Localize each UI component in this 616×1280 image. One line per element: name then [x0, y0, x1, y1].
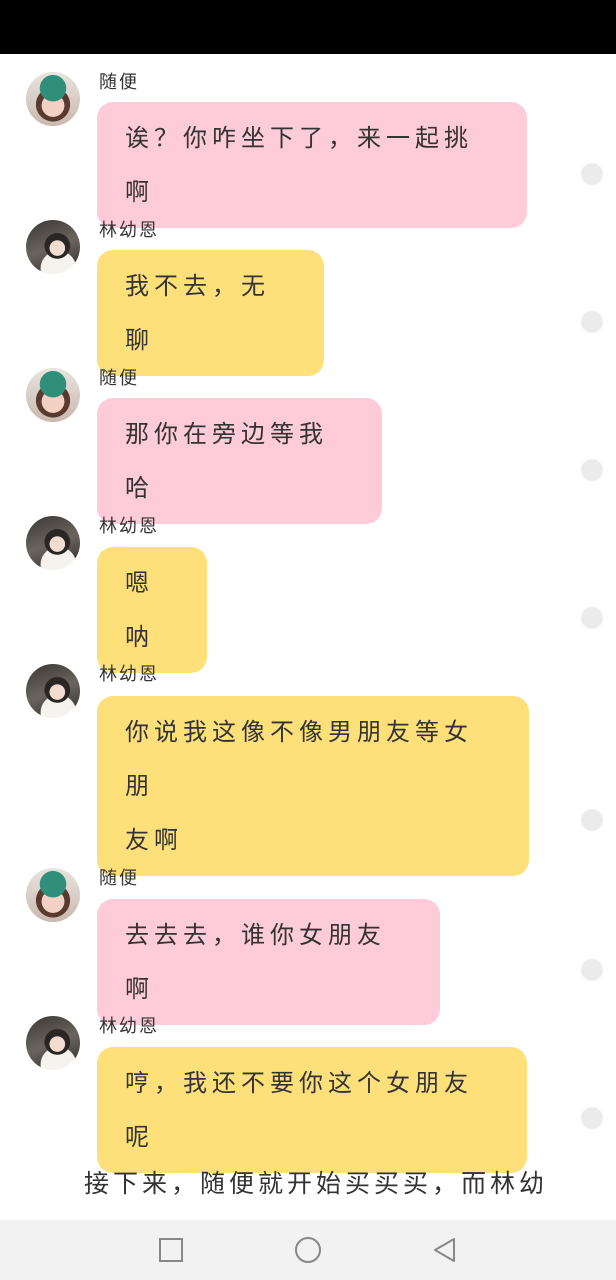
- chat-story-content[interactable]: 随便 诶？你咋坐下了，来一起挑啊 林幼恩 我不去，无聊 随便 那你在旁边等我哈 …: [0, 54, 616, 1220]
- sender-name: 林幼恩: [99, 1016, 159, 1037]
- message-text-line: 友啊: [125, 826, 183, 854]
- message-bubble[interactable]: 你说我这像不像男朋友等女朋 友啊: [97, 696, 529, 876]
- avatar-lin-youen[interactable]: [26, 220, 80, 274]
- narration-text: 接下来，随便就开始买买买，而林幼: [84, 1169, 549, 1198]
- avatar-lin-youen[interactable]: [26, 1016, 80, 1070]
- back-icon[interactable]: [430, 1235, 460, 1265]
- read-status-dot: [581, 809, 603, 831]
- message-bubble[interactable]: 去去去，谁你女朋友啊: [97, 899, 440, 1025]
- recent-apps-icon[interactable]: [156, 1235, 186, 1265]
- sender-name: 林幼恩: [99, 664, 159, 685]
- sender-name: 随便: [99, 868, 139, 889]
- message-bubble[interactable]: 哼，我还不要你这个女朋友呢: [97, 1047, 527, 1173]
- message-text-line: 你说我这像不像男朋友等女朋: [125, 718, 473, 800]
- read-status-dot: [581, 1107, 603, 1129]
- avatar-suibian[interactable]: [26, 368, 80, 422]
- read-status-dot: [581, 459, 603, 481]
- sender-name: 林幼恩: [99, 220, 159, 241]
- navigation-bar: [0, 1220, 616, 1280]
- avatar-suibian[interactable]: [26, 72, 80, 126]
- message-bubble[interactable]: 嗯呐: [97, 547, 207, 673]
- sender-name: 随便: [99, 72, 139, 93]
- read-status-dot: [581, 607, 603, 629]
- status-bar: [0, 0, 616, 54]
- read-status-dot: [581, 311, 603, 333]
- sender-name: 林幼恩: [99, 516, 159, 537]
- sender-name: 随便: [99, 368, 139, 389]
- home-icon[interactable]: [293, 1235, 323, 1265]
- read-status-dot: [581, 959, 603, 981]
- read-status-dot: [581, 163, 603, 185]
- message-bubble[interactable]: 那你在旁边等我哈: [97, 398, 382, 524]
- message-bubble[interactable]: 诶？你咋坐下了，来一起挑啊: [97, 102, 527, 228]
- message-bubble[interactable]: 我不去，无聊: [97, 250, 324, 376]
- avatar-suibian[interactable]: [26, 868, 80, 922]
- avatar-lin-youen[interactable]: [26, 516, 80, 570]
- avatar-lin-youen[interactable]: [26, 664, 80, 718]
